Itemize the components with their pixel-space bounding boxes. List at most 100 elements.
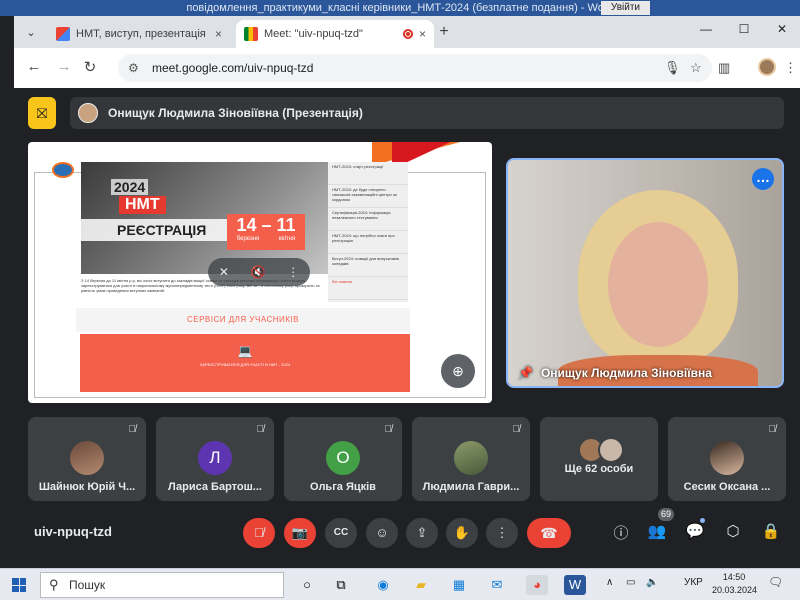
bookmark-star-icon[interactable]: ☆	[690, 54, 702, 82]
meet-icon	[244, 27, 258, 41]
store-icon[interactable]: ▦	[448, 575, 470, 595]
language-indicator[interactable]: УКР	[684, 577, 703, 588]
presentation-tile[interactable]: 2024 НМТ РЕЄСТРАЦІЯ 14 – 11 березня квітн…	[28, 142, 492, 403]
close-tab-icon[interactable]: ×	[215, 27, 222, 41]
camera-toggle-button[interactable]: 📷	[284, 518, 316, 548]
chat-icon[interactable]: 💬	[684, 522, 706, 540]
slide-dates: 14 – 11 березня квітня	[227, 214, 305, 250]
presenter-bar: Онищук Людмила Зіновіївна (Презентація)	[70, 97, 784, 129]
taskbar-search[interactable]: ⚲ Пошук	[40, 572, 284, 598]
mail-icon[interactable]: ✉	[486, 575, 508, 595]
profile-avatar[interactable]	[758, 58, 776, 76]
speaker-tile[interactable]: … 📌 Онищук Людмила Зіновіївна	[506, 158, 784, 388]
participant-tile[interactable]: 🎙̸ О Ольга Яцків	[284, 417, 402, 501]
tab-gmail[interactable]: НМТ, виступ, презентація - о.а ×	[48, 20, 230, 48]
mic-off-icon: 🎙̸	[256, 424, 265, 435]
word-title: повідомлення_практикуми_класні керівники…	[186, 2, 614, 14]
present-button[interactable]: ⇪	[406, 518, 438, 548]
tab-bar: ⌄ НМТ, виступ, презентація - о.а × Meet:…	[14, 16, 800, 48]
tab-title: НМТ, виступ, презентація - о.а	[76, 28, 209, 40]
avatar	[454, 441, 488, 475]
tray-chevron-icon[interactable]: ∧	[606, 577, 613, 588]
site-info-icon[interactable]: ⚙	[128, 54, 139, 82]
pin-off-icon[interactable]: ✕	[219, 265, 229, 279]
emoji-button[interactable]: ☺	[366, 518, 398, 548]
slide-year: 2024	[111, 179, 149, 195]
menu-icon[interactable]: ⋮	[784, 60, 797, 76]
forward-icon[interactable]: →	[54, 58, 74, 75]
notifications-icon[interactable]: 🗨	[768, 575, 783, 589]
pin-icon[interactable]: 📌	[518, 366, 533, 380]
close-window-icon[interactable]: ✕	[772, 22, 792, 36]
slide-register-text: ЗАРЕЄСТРУВАТИСЯ ДЛЯ УЧАСТІ В НМТ - 2024	[199, 362, 291, 367]
participant-name: Людмила Гаври...	[422, 481, 520, 493]
more-options-icon[interactable]: …	[752, 168, 774, 190]
clock-time: 14:50	[722, 572, 746, 582]
speaker-label: 📌 Онищук Людмила Зіновіївна	[518, 366, 712, 380]
task-view-icon[interactable]: ⧉	[330, 575, 352, 595]
participant-tile[interactable]: 🎙̸ Людмила Гаври...	[412, 417, 530, 501]
chrome-icon[interactable]: ◕	[526, 575, 548, 595]
mute-icon[interactable]: 🔇	[251, 265, 266, 279]
slide-news-item: НМТ-2024: що потрібно знати про реєстрац…	[328, 231, 408, 254]
laptop-icon: 💻	[237, 344, 253, 358]
raise-hand-button[interactable]: ✋	[446, 518, 478, 548]
avatar	[710, 441, 744, 475]
new-tab-icon[interactable]: +	[434, 23, 454, 41]
network-icon[interactable]: ▭	[626, 577, 635, 588]
info-icon[interactable]: ⓘ	[610, 522, 632, 543]
back-icon[interactable]: ←	[24, 58, 44, 75]
file-explorer-icon[interactable]: ▰	[410, 575, 432, 595]
others-avatars	[578, 437, 626, 463]
captions-button[interactable]: CC	[325, 518, 357, 548]
others-count: Ще 62 особи	[564, 463, 634, 475]
slide-nmt: НМТ	[119, 196, 166, 214]
slide-news-all: Всі новини	[328, 277, 408, 300]
presentation-off-icon[interactable]: ⛝	[28, 97, 56, 129]
word-signin-button[interactable]: Увійти	[600, 1, 650, 15]
more-options-button[interactable]: ⋮	[486, 518, 518, 548]
slide-news-item: НМТ-2024: де буде створено тимчасові екз…	[328, 185, 408, 208]
leave-call-button[interactable]: ☎	[527, 518, 571, 548]
word-icon[interactable]: W	[564, 575, 586, 595]
cortana-icon[interactable]: ○	[296, 575, 318, 595]
zoom-icon[interactable]: ⊕	[441, 354, 475, 388]
mic-icon[interactable]: 🎙	[664, 54, 681, 82]
close-tab-icon[interactable]: ×	[419, 27, 426, 41]
tab-meet[interactable]: Meet: "uiv-npuq-tzd" ×	[236, 20, 434, 48]
slide-date-range: 14 – 11	[236, 215, 296, 235]
meeting-code: uiv-npuq-tzd	[34, 524, 112, 539]
word-title-bar: повідомлення_практикуми_класні керівники…	[0, 0, 800, 16]
tab-search-icon[interactable]: ⌄	[20, 22, 42, 44]
address-bar[interactable]: ⚙ meet.google.com/uiv-npuq-tzd 🎙 ☆	[118, 54, 712, 82]
participant-name: Ольга Яцків	[310, 481, 376, 493]
meet-app: ⛝ Онищук Людмила Зіновіївна (Презентація…	[14, 88, 800, 568]
participant-tile[interactable]: 🎙̸ Л Лариса Бартош...	[156, 417, 274, 501]
reload-icon[interactable]: ↻	[80, 58, 100, 76]
others-tile[interactable]: Ще 62 особи	[540, 417, 658, 501]
mic-toggle-button[interactable]: 🎙̸	[243, 518, 275, 548]
slide-news-item: НМТ-2024: старт реєстрації	[328, 162, 408, 185]
activities-icon[interactable]: ⬡	[722, 522, 744, 540]
avatar: О	[326, 441, 360, 475]
browser-window: ⌄ НМТ, виступ, презентація - о.а × Meet:…	[14, 16, 800, 88]
side-panel-icon[interactable]: ▥	[718, 60, 730, 76]
clock[interactable]: 14:50 20.03.2024	[712, 571, 757, 597]
volume-icon[interactable]: 🔈	[646, 577, 658, 588]
participant-tile[interactable]: 🎙̸ Сесик Оксана ...	[668, 417, 786, 501]
maximize-icon[interactable]: ☐	[734, 22, 754, 36]
minimize-icon[interactable]: —	[696, 22, 716, 36]
taskbar: ⚲ Пошук ○ ⧉ ◉ ▰ ▦ ✉ ◕ W ∧ ▭ 🔈 УКР 14:50 …	[0, 568, 800, 600]
edge-icon[interactable]: ◉	[372, 575, 394, 595]
windows-start-icon[interactable]	[12, 578, 26, 592]
slide-news-list: НМТ-2024: старт реєстрації НМТ-2024: де …	[328, 162, 408, 302]
participant-tile[interactable]: 🎙̸ Шайнюк Юрій Ч...	[28, 417, 146, 501]
people-icon[interactable]: 👥	[646, 522, 668, 540]
avatar	[598, 437, 624, 463]
mic-off-icon: 🎙̸	[768, 424, 777, 435]
url-text: meet.google.com/uiv-npuq-tzd	[152, 61, 314, 75]
host-controls-icon[interactable]: 🔒	[760, 522, 782, 540]
presenter-avatar	[78, 103, 98, 123]
more-options-icon[interactable]: ⋮	[287, 265, 299, 279]
participant-name: Лариса Бартош...	[168, 481, 262, 493]
